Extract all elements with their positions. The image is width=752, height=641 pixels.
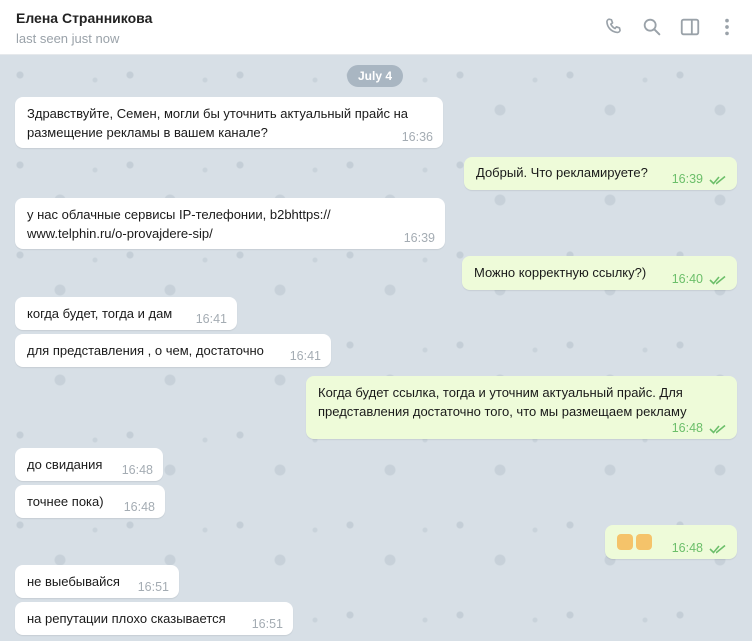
message-incoming[interactable]: Здравствуйте, Семен, могли бы уточнить а…	[15, 97, 443, 148]
message-time: 16:51	[251, 617, 283, 631]
date-separator: July 4	[347, 65, 403, 87]
search-icon[interactable]	[641, 16, 663, 38]
emoji-group	[617, 532, 652, 551]
message-time: 16:40	[671, 272, 703, 286]
more-vertical-icon[interactable]	[716, 16, 738, 38]
message-incoming[interactable]: точнее пока) 16:48	[15, 485, 165, 518]
message-outgoing[interactable]: 16:48	[605, 525, 737, 559]
message-time: 16:41	[289, 349, 321, 363]
message-incoming[interactable]: на репутации плохо сказывается 16:51	[15, 602, 293, 635]
message-meta: 16:48	[672, 541, 727, 555]
message-text: Здравствуйте, Семен, могли бы уточнить а…	[27, 106, 409, 140]
message-incoming[interactable]: для представления , о чем, достаточно 16…	[15, 334, 331, 367]
chat-header: Елена Странникова last seen just now	[0, 0, 752, 55]
sidebar-toggle-icon[interactable]	[679, 16, 701, 38]
message-time: 16:41	[195, 312, 227, 326]
contact-status: last seen just now	[16, 31, 120, 46]
message-meta: 16:48	[672, 421, 727, 435]
chat-area[interactable]: July 4 Здравствуйте, Семен, могли бы уто…	[0, 55, 752, 641]
message-incoming[interactable]: когда будет, тогда и дам 16:41	[15, 297, 237, 330]
message-time: 16:39	[671, 172, 703, 186]
phone-icon[interactable]	[603, 16, 625, 38]
message-outgoing[interactable]: Когда будет ссылка, тогда и уточним акту…	[306, 376, 737, 439]
double-check-icon	[709, 175, 727, 185]
message-time: 16:48	[123, 500, 155, 514]
hand-pointing-icon	[617, 533, 633, 550]
message-text: на репутации плохо сказывается	[27, 611, 226, 626]
double-check-icon	[709, 424, 727, 434]
raised-hand-icon	[636, 533, 652, 550]
message-time: 16:36	[401, 130, 433, 144]
double-check-icon	[709, 275, 727, 285]
message-meta: 16:39	[672, 172, 727, 186]
message-outgoing[interactable]: Можно корректную ссылку?) 16:40	[462, 256, 737, 290]
message-time: 16:48	[671, 421, 703, 435]
message-text: для представления , о чем, достаточно	[27, 343, 264, 358]
message-incoming[interactable]: у нас облачные сервисы IP-телефонии, b2b…	[15, 198, 445, 249]
message-time: 16:48	[121, 463, 153, 477]
message-text: Когда будет ссылка, тогда и уточним акту…	[318, 385, 687, 419]
message-time: 16:48	[671, 541, 703, 555]
message-time: 16:51	[137, 580, 169, 594]
message-incoming[interactable]: не выебывайся 16:51	[15, 565, 179, 598]
message-outgoing[interactable]: Добрый. Что рекламируете? 16:39	[464, 157, 737, 190]
message-time: 16:39	[403, 231, 435, 245]
message-text: у нас облачные сервисы IP-телефонии, b2b…	[27, 207, 331, 241]
contact-name[interactable]: Елена Странникова	[16, 10, 152, 26]
message-incoming[interactable]: до свидания 16:48	[15, 448, 163, 481]
double-check-icon	[709, 544, 727, 554]
message-meta: 16:40	[672, 272, 727, 286]
